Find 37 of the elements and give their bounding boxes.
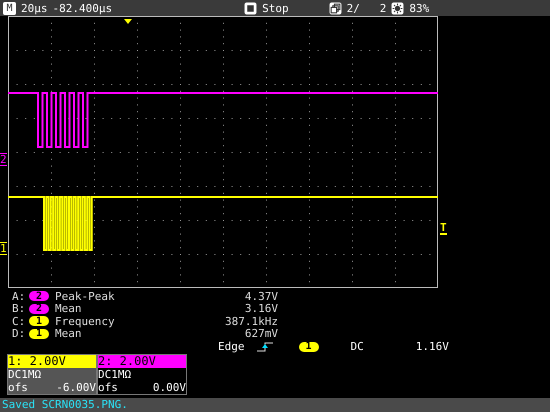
- brightness-value: 83%: [409, 2, 430, 14]
- horizontal-position-label: -82.400µs: [52, 2, 112, 14]
- measurement-name: Mean: [55, 302, 82, 316]
- channel-scale-header: 1: 2.00V: [8, 355, 96, 368]
- trigger-source-badge: 1: [298, 342, 318, 352]
- measurement-name: Peak-Peak: [55, 290, 116, 303]
- measurement-slot: C:: [12, 314, 26, 328]
- offset-label: ofs: [98, 381, 118, 394]
- channel-coupling: DC1MΩ: [98, 368, 132, 381]
- measurement-value: 387.1kHz: [224, 314, 278, 328]
- trigger-type: Edge: [218, 340, 244, 353]
- offset-value: -6.00V: [56, 381, 96, 394]
- channel-settings-panel[interactable]: 1: 2.00V DC1MΩ ofs -6.00V: [7, 354, 97, 395]
- offset-label: ofs: [8, 381, 28, 394]
- channel-badge: 1: [29, 316, 49, 326]
- status-bar: Saved SCRN0035.PNG.: [0, 398, 550, 412]
- measurement-value: 4.37V: [244, 290, 278, 303]
- measurement-name: Mean: [55, 327, 82, 340]
- timebase-label: 20µs: [21, 2, 48, 14]
- measurement-name: Frequency: [55, 314, 116, 328]
- acquisition-count: 2/ 2: [346, 2, 386, 14]
- measurement-slot: D:: [12, 327, 26, 340]
- trigger-coupling: DC: [350, 340, 364, 353]
- trigger-level-value: 1.16V: [416, 340, 449, 353]
- mode-indicator: M: [3, 2, 16, 14]
- measurement-slot: B:: [12, 302, 26, 316]
- measurement-value: 3.16V: [244, 302, 278, 316]
- channel-badge: 1: [29, 328, 49, 339]
- run-state-label: Stop: [262, 2, 289, 14]
- channel-coupling: DC1MΩ: [8, 368, 42, 381]
- channel-settings-panel[interactable]: 2: 2.00V DC1MΩ ofs 0.00V: [97, 354, 187, 395]
- channel-scale-header: 2: 2.00V: [98, 355, 186, 368]
- rising-edge-icon: [256, 342, 274, 352]
- measurement-slot: A:: [12, 290, 26, 303]
- offset-value: 0.00V: [152, 381, 186, 394]
- measurement-value: 627mV: [244, 327, 278, 340]
- channel-badge: 2: [29, 291, 49, 302]
